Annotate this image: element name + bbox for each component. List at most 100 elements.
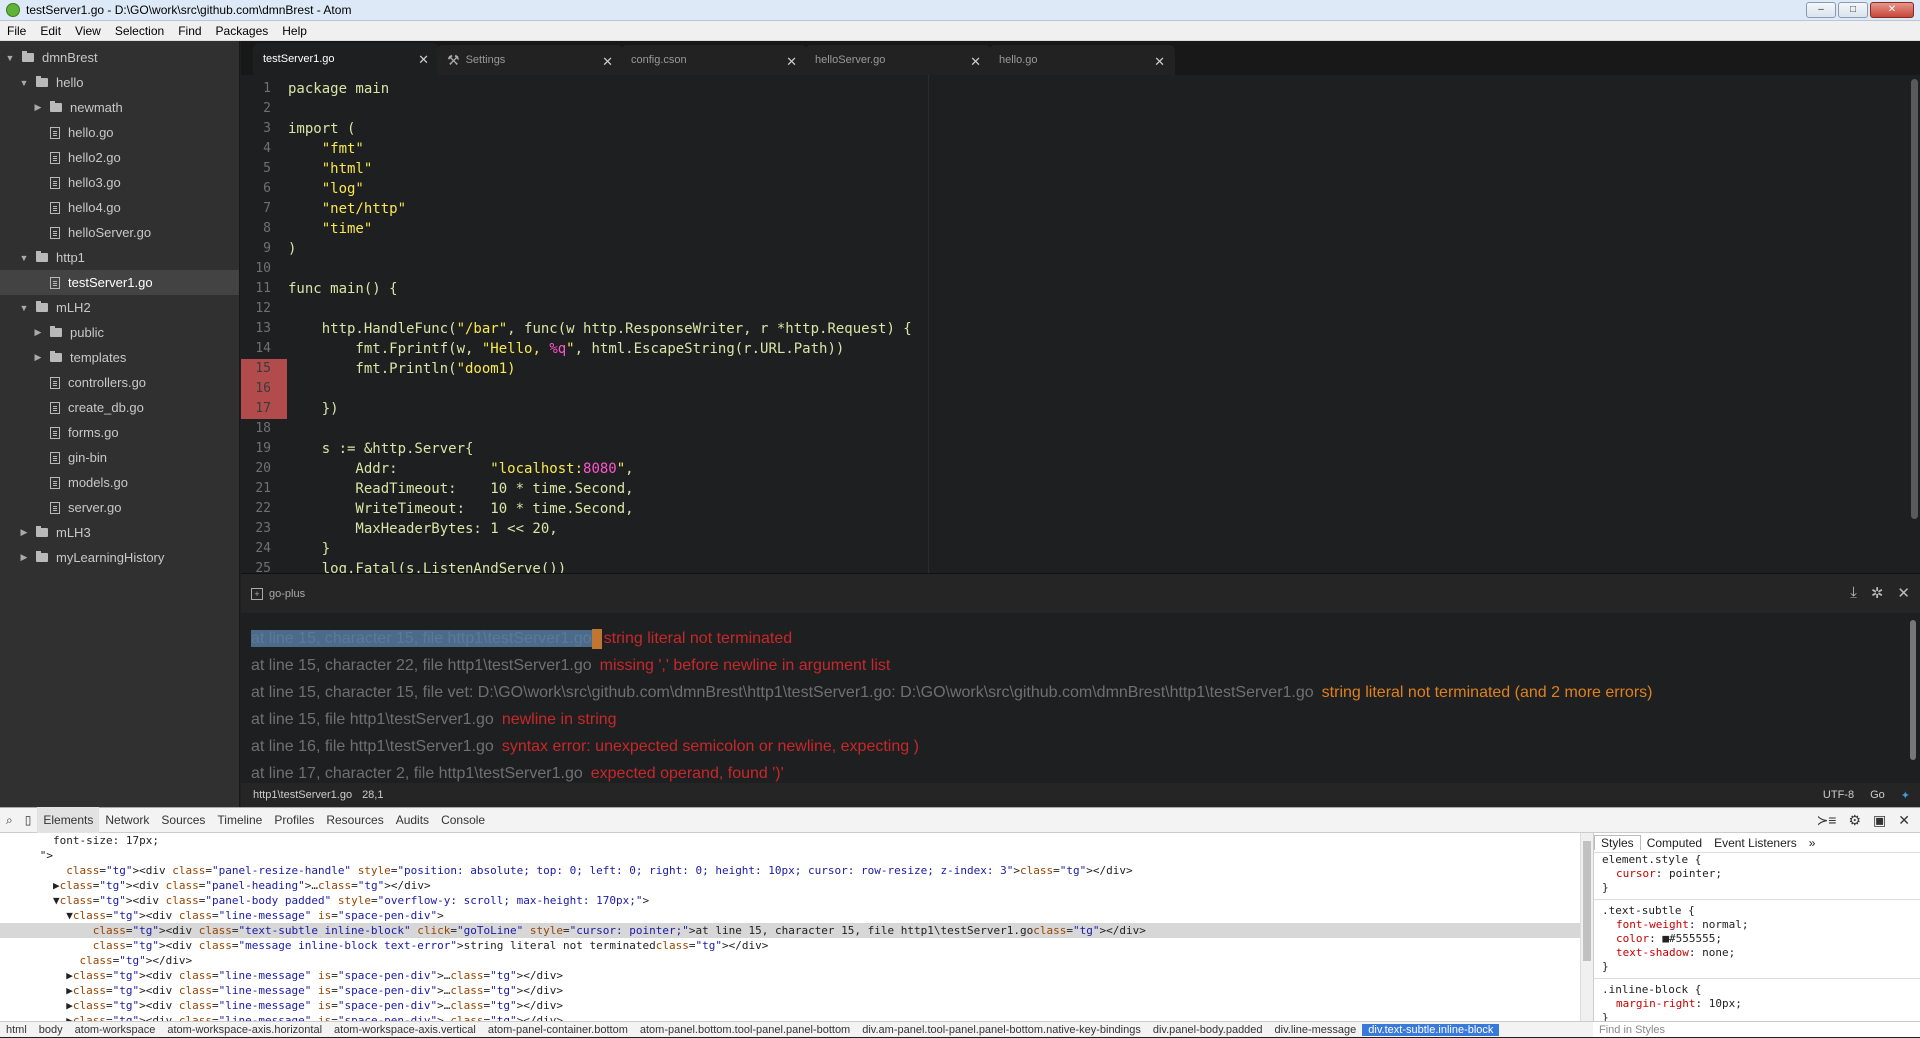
dom-node-line[interactable]: font-size: 17px;	[0, 833, 1580, 848]
devtools-tab-console[interactable]: Console	[435, 807, 491, 833]
menu-item-edit[interactable]: Edit	[33, 24, 68, 38]
menu-item-view[interactable]: View	[68, 24, 108, 38]
tree-item-mlh3[interactable]: ▶ mLH3	[0, 520, 239, 545]
code-line[interactable]	[288, 299, 1168, 319]
tree-item-helloserver-go[interactable]: helloServer.go	[0, 220, 239, 245]
code-line[interactable]: s := &http.Server{	[288, 439, 1168, 459]
message-location-link[interactable]: at line 15, character 15, file http1\tes…	[251, 630, 592, 647]
code-line[interactable]: log.Fatal(s.ListenAndServe())	[288, 559, 1168, 573]
breadcrumb-item[interactable]: atom-workspace-axis.vertical	[328, 1024, 482, 1036]
tree-item-server-go[interactable]: server.go	[0, 495, 239, 520]
dom-node-line[interactable]: class="tg"><div class="panel-resize-hand…	[0, 863, 1580, 878]
editor-scrollbar[interactable]	[1911, 79, 1918, 519]
devtools-tab-elements[interactable]: Elements	[37, 807, 100, 833]
breadcrumb-item[interactable]: div.line-message	[1269, 1024, 1363, 1036]
breadcrumb-item[interactable]: div.panel-body.padded	[1147, 1024, 1269, 1036]
tree-item-templates[interactable]: ▶ templates	[0, 345, 239, 370]
styles-tab-[interactable]: »	[1803, 836, 1822, 850]
tree-item-gin-bin[interactable]: gin-bin	[0, 445, 239, 470]
code-line[interactable]: ReadTimeout: 10 * time.Second,	[288, 479, 1168, 499]
styles-tab-computed[interactable]: Computed	[1641, 836, 1708, 850]
tree-item-mlh2[interactable]: ▼ mLH2	[0, 295, 239, 320]
dom-scrollbar[interactable]	[1580, 833, 1593, 1021]
tree-item-create-db-go[interactable]: create_db.go	[0, 395, 239, 420]
inspect-icon[interactable]: ⌕	[0, 807, 19, 833]
settings-icon[interactable]: ✲	[1871, 584, 1884, 602]
panel-scrollbar[interactable]	[1910, 620, 1916, 760]
tab-close-icon[interactable]: ✕	[602, 54, 613, 70]
breadcrumb-item[interactable]: atom-panel.bottom.tool-panel.panel-botto…	[634, 1024, 856, 1036]
dom-node-line[interactable]: ▼class="tg"><div class="panel-body padde…	[0, 893, 1580, 908]
code-line[interactable]: package main	[288, 79, 1168, 99]
code-line[interactable]: import (	[288, 119, 1168, 139]
minimize-button[interactable]: –	[1806, 2, 1836, 18]
tree-item-hello4-go[interactable]: hello4.go	[0, 195, 239, 220]
code-line[interactable]: })	[288, 399, 1168, 419]
dock-icon[interactable]: ▣	[1873, 812, 1886, 829]
style-property[interactable]: color: ■#555555;	[1594, 932, 1920, 946]
close-window-button[interactable]: ✕	[1870, 2, 1914, 18]
menu-item-file[interactable]: File	[0, 24, 33, 38]
dom-node-line[interactable]: ">	[0, 848, 1580, 863]
devtools-tab-timeline[interactable]: Timeline	[211, 807, 268, 833]
breadcrumb-item[interactable]: div.am-panel.tool-panel.panel-bottom.nat…	[856, 1024, 1147, 1036]
message-location-link[interactable]: at line 15, file http1\testServer1.go	[251, 711, 494, 728]
menu-item-find[interactable]: Find	[171, 24, 208, 38]
styles-tab-eventlisteners[interactable]: Event Listeners	[1708, 836, 1803, 850]
devtools-close-icon[interactable]: ✕	[1898, 812, 1910, 829]
tab-settings[interactable]: ⚒ Settings ✕	[437, 45, 623, 75]
tree-item-dmnbrest[interactable]: ▼ dmnBrest	[0, 45, 239, 70]
panel-toggle-icon[interactable]: +	[251, 587, 263, 600]
code-line[interactable]: fmt.Fprintf(w, "Hello, %q", html.EscapeS…	[288, 339, 1168, 359]
tab-close-icon[interactable]: ✕	[970, 54, 981, 70]
status-encoding[interactable]: UTF-8	[1823, 789, 1854, 802]
breadcrumb-item[interactable]: body	[33, 1024, 69, 1036]
dom-tree[interactable]: font-size: 17px; "> class="tg"><div clas…	[0, 833, 1580, 1021]
code-line[interactable]: Addr: "localhost:8080",	[288, 459, 1168, 479]
breadcrumb-item[interactable]: div.text-subtle.inline-block	[1362, 1023, 1500, 1036]
status-cursor-position[interactable]: 28,1	[362, 789, 383, 801]
status-file-path[interactable]: http1\testServer1.go	[253, 789, 352, 801]
device-mode-icon[interactable]: ▯	[19, 807, 38, 833]
message-location-link[interactable]: at line 17, character 2, file http1\test…	[251, 765, 583, 782]
menu-item-help[interactable]: Help	[275, 24, 314, 38]
style-rule-selector[interactable]: .inline-block {	[1594, 983, 1920, 997]
style-property[interactable]: cursor: pointer;	[1594, 867, 1920, 881]
find-in-styles-input[interactable]: Find in Styles	[1593, 1021, 1920, 1037]
dom-node-line[interactable]: ▶class="tg"><div class="panel-heading">……	[0, 878, 1580, 893]
tab-close-icon[interactable]: ✕	[786, 54, 797, 70]
message-location-link[interactable]: at line 16, file http1\testServer1.go	[251, 738, 494, 755]
dom-node-line[interactable]: ▼class="tg"><div class="line-message" is…	[0, 908, 1580, 923]
tree-item-hello3-go[interactable]: hello3.go	[0, 170, 239, 195]
tab-close-icon[interactable]: ✕	[418, 52, 429, 68]
code-line[interactable]: "net/http"	[288, 199, 1168, 219]
devtools-tab-network[interactable]: Network	[99, 807, 155, 833]
code-line[interactable]: http.HandleFunc("/bar", func(w http.Resp…	[288, 319, 1168, 339]
code-lines[interactable]: package main import ( "fmt" "html" "log" …	[288, 79, 1168, 573]
tree-item-newmath[interactable]: ▶ newmath	[0, 95, 239, 120]
code-line[interactable]	[288, 259, 1168, 279]
code-line[interactable]: "fmt"	[288, 139, 1168, 159]
tree-item-hello-go[interactable]: hello.go	[0, 120, 239, 145]
style-rule-selector[interactable]: .text-subtle {	[1594, 904, 1920, 918]
tab-close-icon[interactable]: ✕	[1154, 54, 1165, 70]
console-drawer-icon[interactable]: ≻≡	[1817, 812, 1837, 829]
tree-item-controllers-go[interactable]: controllers.go	[0, 370, 239, 395]
code-line[interactable]: func main() {	[288, 279, 1168, 299]
breadcrumb-item[interactable]: atom-workspace-axis.horizontal	[161, 1024, 328, 1036]
status-grammar[interactable]: Go	[1870, 789, 1885, 802]
code-line[interactable]: fmt.Println("doom1)	[288, 359, 1168, 379]
maximize-button[interactable]: □	[1838, 2, 1868, 18]
code-line[interactable]: "log"	[288, 179, 1168, 199]
code-line[interactable]	[288, 99, 1168, 119]
tree-item-testserver1-go[interactable]: testServer1.go	[0, 270, 239, 295]
tab-testserver1-go[interactable]: testServer1.go ✕	[253, 43, 439, 75]
code-line[interactable]	[288, 379, 1168, 399]
close-panel-icon[interactable]: ✕	[1897, 584, 1910, 602]
devtools-tab-sources[interactable]: Sources	[155, 807, 211, 833]
code-line[interactable]: "time"	[288, 219, 1168, 239]
tree-item-mylearninghistory[interactable]: ▶ myLearningHistory	[0, 545, 239, 570]
code-line[interactable]: "html"	[288, 159, 1168, 179]
tree-item-public[interactable]: ▶ public	[0, 320, 239, 345]
breadcrumb-item[interactable]: atom-panel-container.bottom	[482, 1024, 634, 1036]
